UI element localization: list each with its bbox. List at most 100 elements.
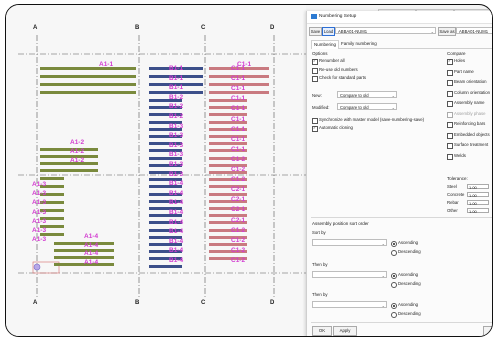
then-by-select-2[interactable]: ⌄ bbox=[312, 301, 387, 308]
compare-checkbox[interactable]: Welds bbox=[447, 152, 466, 160]
beam[interactable] bbox=[149, 264, 182, 268]
compare-heading: Compare bbox=[447, 51, 466, 56]
chevron-down-icon: ⌄ bbox=[381, 303, 385, 308]
save-as-value: ABBA01-NUM1 bbox=[459, 29, 489, 34]
beam[interactable] bbox=[40, 67, 136, 70]
checkbox-box bbox=[447, 80, 453, 86]
then-by-select[interactable]: ⌄ bbox=[312, 271, 387, 278]
option-checkbox[interactable]: Check for standard parts bbox=[312, 75, 367, 82]
compare-label: Assembly phase bbox=[454, 110, 486, 116]
compare-checkbox[interactable]: Assembly phase bbox=[447, 110, 486, 118]
radio-dot bbox=[391, 282, 397, 288]
assembly-mark: B1-4 bbox=[169, 257, 184, 264]
beam[interactable] bbox=[40, 177, 64, 180]
option-checkbox[interactable]: Renumber all bbox=[312, 58, 345, 65]
compare-checkbox[interactable]: Holes bbox=[447, 58, 465, 65]
option-checkbox[interactable]: Re-use old numbers bbox=[312, 67, 358, 74]
tab-numbering[interactable]: Numbering bbox=[311, 40, 340, 49]
sort-by-ascending-radio[interactable]: Ascending bbox=[391, 240, 418, 247]
then-by-2-descending-radio[interactable]: Descending bbox=[391, 311, 421, 318]
assembly-mark: B1-3 bbox=[169, 132, 184, 140]
modified-select[interactable]: Compare to old ⌄ bbox=[337, 103, 397, 110]
radio-dot bbox=[391, 273, 397, 279]
save-as-input[interactable]: ABBA01-NUM1 bbox=[456, 27, 492, 34]
new-select[interactable]: Compare to old ⌄ bbox=[337, 91, 397, 98]
assembly-mark: A1-3 bbox=[32, 227, 47, 234]
assembly-mark: C1-2 bbox=[231, 256, 246, 264]
automatic-cloning-label: Automatic cloning bbox=[319, 125, 353, 130]
save-as-button[interactable]: Save as bbox=[438, 27, 456, 36]
automatic-cloning-checkbox[interactable]: Automatic cloning bbox=[312, 125, 353, 132]
sync-master-label: Synchronize with master model (save-numb… bbox=[319, 117, 425, 122]
beam[interactable] bbox=[40, 83, 136, 86]
beam[interactable] bbox=[40, 162, 98, 165]
new-label: New: bbox=[312, 93, 322, 98]
tab-family-numbering[interactable]: Family numbering bbox=[339, 40, 379, 48]
assembly-mark: A1-2 bbox=[70, 157, 85, 164]
tolerance-label: Other bbox=[447, 208, 458, 213]
compare-label: Welds bbox=[454, 152, 466, 158]
assembly-mark: C1-2 bbox=[231, 226, 246, 234]
compare-checkbox[interactable]: Beam orientation bbox=[447, 79, 487, 86]
save-button[interactable]: Save bbox=[309, 27, 322, 36]
assembly-mark: A1-3 bbox=[32, 199, 47, 207]
load-settings-value: ABBA01-NUM1 bbox=[338, 29, 368, 34]
compare-label: Reinforcing bars bbox=[454, 121, 486, 126]
assembly-mark: B1-4 bbox=[169, 218, 184, 226]
compare-label: Beam orientation bbox=[454, 79, 487, 84]
compare-label: Embedded objects bbox=[454, 131, 490, 137]
beam[interactable] bbox=[40, 75, 136, 78]
assembly-mark: A1-3 bbox=[32, 236, 47, 244]
cancel-button[interactable] bbox=[483, 326, 492, 336]
compare-checkbox[interactable]: Reinforcing bars bbox=[447, 121, 486, 128]
descending-label: Descending bbox=[398, 249, 421, 254]
assembly-mark: B1-1 bbox=[169, 84, 184, 92]
assembly-mark: C1-1 bbox=[231, 115, 246, 123]
sort-order-heading: Assembly position sort order bbox=[312, 221, 369, 226]
compare-checkbox[interactable]: Part name bbox=[447, 68, 474, 76]
tolerance-input[interactable]: 1.00 bbox=[467, 184, 489, 190]
grid-label-a-top: A bbox=[33, 25, 38, 31]
tolerance-input[interactable]: 1.00 bbox=[467, 192, 489, 198]
assembly-mark: A1-2 bbox=[70, 148, 85, 155]
beam[interactable] bbox=[40, 155, 98, 158]
assembly-mark: B1-4 bbox=[169, 209, 184, 216]
assembly-mark: C1-2 bbox=[231, 155, 246, 163]
beam[interactable] bbox=[40, 169, 98, 172]
sync-master-checkbox[interactable]: Synchronize with master model (save-numb… bbox=[312, 117, 425, 124]
compare-label: Holes bbox=[454, 58, 465, 63]
then-by-ascending-radio[interactable]: Ascending bbox=[391, 272, 418, 279]
compare-label: Part name bbox=[454, 68, 474, 74]
compare-checkbox[interactable]: Column orientation bbox=[447, 90, 490, 97]
options-heading: Options bbox=[312, 51, 328, 56]
assembly-mark: A1-4 bbox=[84, 258, 99, 266]
load-settings-select[interactable]: ABBA01-NUM1 ⌄ bbox=[335, 27, 436, 34]
dialog-title-bar: Numbering Setup bbox=[307, 11, 492, 24]
then-by-descending-radio[interactable]: Descending bbox=[391, 281, 421, 288]
sort-by-select[interactable]: ⌄ bbox=[312, 239, 387, 246]
assembly-mark: C1-2 bbox=[231, 176, 246, 184]
sort-by-descending-radio[interactable]: Descending bbox=[391, 249, 421, 256]
option-label: Renumber all bbox=[319, 58, 345, 63]
compare-checkbox[interactable]: Assembly name bbox=[447, 100, 485, 107]
compare-checkbox[interactable]: Embedded objects bbox=[447, 131, 490, 139]
tolerance-input[interactable]: 1.00 bbox=[467, 208, 489, 214]
compare-checkbox[interactable]: Surface treatment bbox=[447, 142, 488, 149]
grid-label-d-bottom: D bbox=[270, 300, 275, 306]
checkbox-box bbox=[447, 143, 453, 149]
assembly-mark: A1-4 bbox=[84, 250, 99, 258]
apply-button[interactable]: Apply bbox=[333, 326, 357, 336]
then-by-label-2: Then by bbox=[312, 292, 328, 297]
beam[interactable] bbox=[40, 148, 98, 151]
load-button[interactable]: Load bbox=[322, 27, 335, 36]
grid-label-c-bottom: C bbox=[201, 300, 206, 306]
then-by-2-ascending-radio[interactable]: Ascending bbox=[391, 302, 418, 309]
checkbox-box bbox=[312, 67, 318, 74]
dialog-title: Numbering Setup bbox=[319, 14, 357, 19]
ok-button[interactable]: OK bbox=[312, 326, 332, 336]
option-label: Check for standard parts bbox=[319, 75, 367, 80]
checkbox-box bbox=[447, 69, 453, 76]
model-view[interactable]: A B C D A B C D A1-1 C1-1 B1-1 B1-1 B1-1 B1-2… bbox=[6, 5, 306, 336]
beam[interactable] bbox=[40, 91, 136, 94]
tolerance-input[interactable]: 1.00 bbox=[467, 200, 489, 206]
